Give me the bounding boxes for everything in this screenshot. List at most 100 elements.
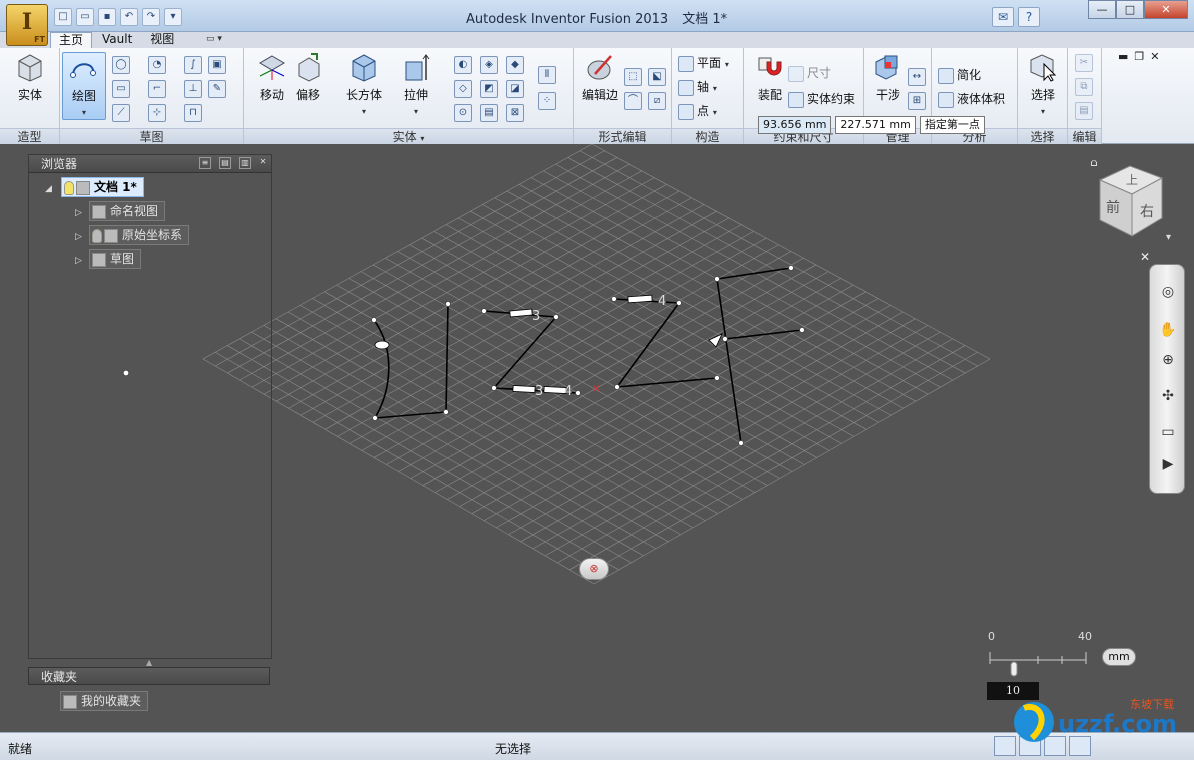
- interference-button[interactable]: 干涉: [866, 52, 910, 120]
- communication-icon[interactable]: ✉: [992, 7, 1014, 27]
- viewcube[interactable]: ⌂ 上 前 右 ▾: [1090, 160, 1180, 250]
- browser-options-icon[interactable]: ≡: [199, 157, 211, 169]
- pan-hand-icon[interactable]: ✋: [1156, 319, 1180, 341]
- chamfer-icon[interactable]: ◩: [480, 80, 498, 98]
- browser-filter-icon[interactable]: ▤: [219, 157, 231, 169]
- close-button[interactable]: ✕: [1144, 0, 1188, 19]
- sketch-letter-u-bottom[interactable]: [374, 411, 447, 419]
- edit-edge-button[interactable]: 编辑边: [578, 52, 622, 120]
- offset-button[interactable]: 偏移: [286, 52, 330, 120]
- cut-icon[interactable]: ✂: [1075, 54, 1093, 72]
- circle-icon[interactable]: ◯: [112, 56, 130, 74]
- browser-pin-icon[interactable]: ▥: [239, 157, 251, 169]
- length-input-1[interactable]: 93.656 mm: [758, 116, 832, 134]
- save-icon[interactable]: ▪: [98, 8, 116, 26]
- orbit-icon[interactable]: ✣: [1156, 385, 1180, 407]
- sketch-letter-f-top[interactable]: [716, 267, 792, 280]
- application-menu-button[interactable]: I FT: [6, 4, 48, 46]
- visibility-bulb-icon[interactable]: [92, 228, 102, 243]
- visibility-bulb-icon[interactable]: [64, 180, 74, 195]
- axis-button[interactable]: 轴 ▾: [678, 78, 717, 96]
- fluid-volume-button[interactable]: 液体体积: [938, 90, 1005, 108]
- redo-icon[interactable]: ↷: [142, 8, 160, 26]
- polyline-icon[interactable]: ⟋: [112, 104, 130, 122]
- project-icon[interactable]: ⊥: [184, 80, 202, 98]
- extrude-button[interactable]: 拉伸 ▾: [394, 52, 438, 120]
- expand-icon[interactable]: ▷: [75, 228, 82, 246]
- showmotion-icon[interactable]: ▶: [1156, 453, 1180, 475]
- draw-button[interactable]: 绘图 ▾: [62, 52, 106, 120]
- finish-sketch-button[interactable]: ⊗: [579, 558, 609, 580]
- constraint-label-4: 4: [658, 294, 666, 309]
- tree-root[interactable]: ◢ 文档 1*: [45, 177, 144, 197]
- unit-button[interactable]: mm: [1102, 648, 1136, 666]
- form-tool-2-icon[interactable]: ⬕: [648, 68, 666, 86]
- trim-icon[interactable]: ⊹: [148, 104, 166, 122]
- minimize-button[interactable]: —: [1088, 0, 1116, 19]
- edit-image-icon[interactable]: ✎: [208, 80, 226, 98]
- navbar-close-icon[interactable]: ✕: [1140, 250, 1150, 264]
- copy-icon[interactable]: ⧉: [1075, 78, 1093, 96]
- pattern-icon[interactable]: ⁘: [538, 92, 556, 110]
- tree-node-sketches[interactable]: ▷ 草图: [75, 249, 142, 270]
- look-at-icon[interactable]: ▭: [1156, 421, 1180, 443]
- solid-button[interactable]: 实体: [8, 52, 52, 120]
- shell-icon[interactable]: ◇: [454, 80, 472, 98]
- delete-face-icon[interactable]: ⊠: [506, 104, 524, 122]
- help-icon[interactable]: ?: [1018, 7, 1040, 27]
- box-button[interactable]: 长方体 ▾: [342, 52, 386, 120]
- expand-icon[interactable]: ▷: [75, 252, 82, 270]
- bracket-icon[interactable]: ⊓: [184, 104, 202, 122]
- tree-node-origin[interactable]: ▷ 原始坐标系: [75, 225, 190, 246]
- hole-icon[interactable]: ⊙: [454, 104, 472, 122]
- loft-icon[interactable]: ◆: [506, 56, 524, 74]
- select-button[interactable]: 选择 ▾: [1021, 52, 1065, 120]
- spline-icon[interactable]: ∫: [184, 56, 202, 74]
- ribbon-minimize-icon[interactable]: ▭ ▾: [206, 34, 230, 46]
- viewcube-menu-icon[interactable]: ▾: [1166, 232, 1171, 243]
- expand-icon[interactable]: ▷: [75, 204, 82, 222]
- qat-dropdown-icon[interactable]: ▾: [164, 8, 182, 26]
- doc-close-icon[interactable]: ✕: [1150, 50, 1159, 63]
- doc-restore-icon[interactable]: ❐: [1134, 50, 1144, 63]
- arc-icon[interactable]: ◔: [148, 56, 166, 74]
- mirror-icon[interactable]: ⫴: [538, 66, 556, 84]
- form-tool-3-icon[interactable]: ⌒: [624, 92, 642, 110]
- split-icon[interactable]: ▤: [480, 104, 498, 122]
- panel-splitter-icon[interactable]: ▲: [146, 658, 152, 667]
- zoom-icon[interactable]: ⊕: [1156, 349, 1180, 371]
- steering-wheel-icon[interactable]: ◎: [1156, 281, 1180, 303]
- press-pull-icon[interactable]: ◪: [506, 80, 524, 98]
- collapse-icon[interactable]: ◢: [45, 180, 52, 198]
- measure-icon[interactable]: ↔: [908, 68, 926, 86]
- paste-icon[interactable]: ▤: [1075, 102, 1093, 120]
- length-input-2[interactable]: 227.571 mm: [835, 116, 916, 134]
- sweep-icon[interactable]: ◈: [480, 56, 498, 74]
- point-button[interactable]: 点 ▾: [678, 102, 717, 120]
- home-view-icon[interactable]: ⌂: [1090, 160, 1098, 169]
- new-icon[interactable]: □: [54, 8, 72, 26]
- rectangle-icon[interactable]: ▭: [112, 80, 130, 98]
- undo-icon[interactable]: ↶: [120, 8, 138, 26]
- tree-node-named-views[interactable]: ▷ 命名视图: [75, 201, 166, 222]
- tab-view[interactable]: 视图: [142, 32, 182, 48]
- doc-minimize-icon[interactable]: ▬: [1118, 50, 1128, 63]
- assemble-button[interactable]: 装配: [748, 52, 792, 120]
- open-icon[interactable]: ▭: [76, 8, 94, 26]
- plane-button[interactable]: 平面 ▾: [678, 54, 729, 72]
- fillet-icon[interactable]: ⌐: [148, 80, 166, 98]
- dimension-button[interactable]: 尺寸: [788, 64, 831, 82]
- form-tool-4-icon[interactable]: ⧄: [648, 92, 666, 110]
- analysis-tool-icon[interactable]: ⊞: [908, 92, 926, 110]
- image-icon[interactable]: ▣: [208, 56, 226, 74]
- maximize-button[interactable]: □: [1116, 0, 1144, 19]
- tab-vault[interactable]: Vault: [94, 32, 140, 48]
- favorites-item[interactable]: 我的收藏夹: [60, 691, 149, 711]
- simplify-button[interactable]: 简化: [938, 66, 981, 84]
- tab-home[interactable]: 主页: [50, 32, 93, 48]
- solid-constraint-button[interactable]: 实体约束: [788, 90, 855, 108]
- form-tool-1-icon[interactable]: ⬚: [624, 68, 642, 86]
- sketch-geometry[interactable]: [373, 267, 803, 444]
- revolve-icon[interactable]: ◐: [454, 56, 472, 74]
- browser-close-icon[interactable]: ✕: [257, 157, 269, 169]
